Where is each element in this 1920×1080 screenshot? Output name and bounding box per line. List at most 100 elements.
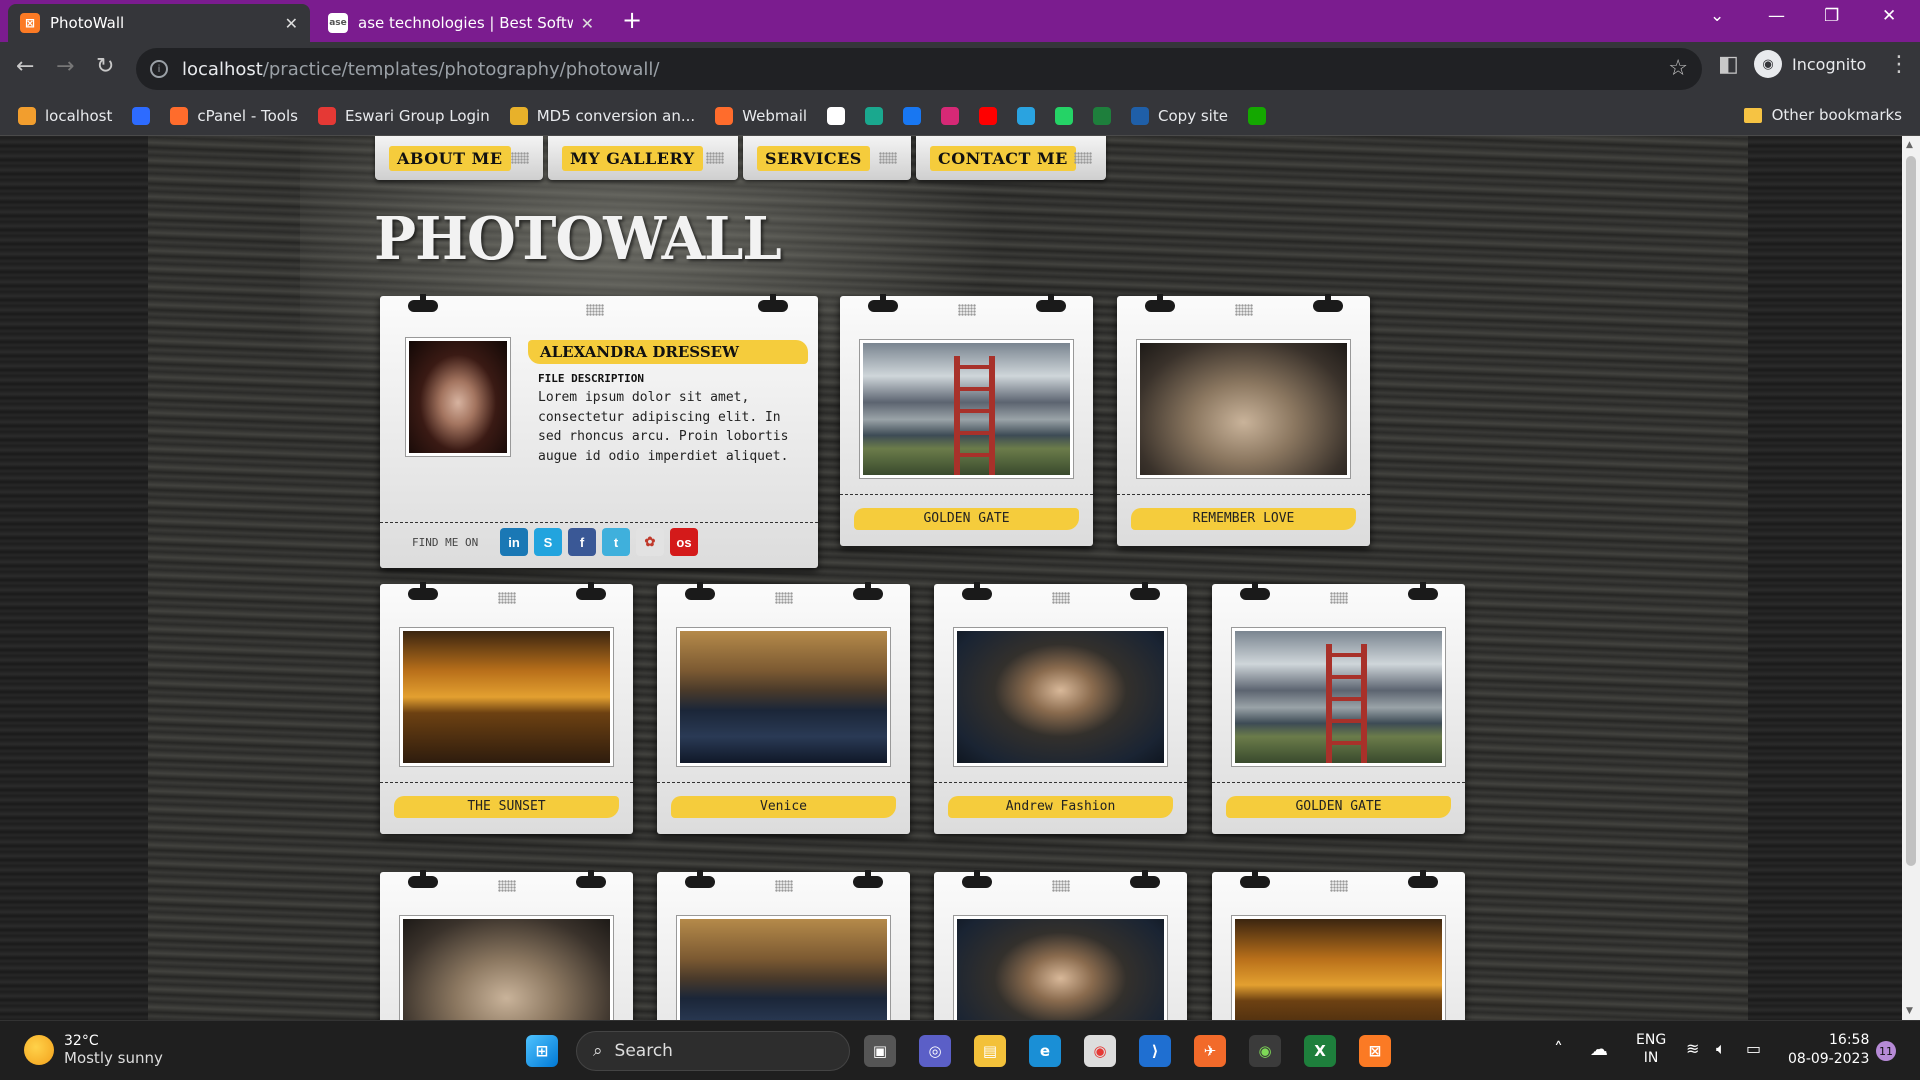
- scrollbar-thumb[interactable]: [1906, 156, 1916, 866]
- gallery-card[interactable]: Andrew Fashion: [934, 582, 1187, 834]
- onedrive-icon[interactable]: ☁: [1590, 1039, 1608, 1060]
- bookmark-star-icon[interactable]: ☆: [1668, 56, 1688, 81]
- gallery-photo[interactable]: [400, 628, 613, 766]
- close-window-button[interactable]: ✕: [1882, 6, 1896, 26]
- close-tab-icon[interactable]: ✕: [285, 14, 298, 33]
- bookmark-item[interactable]: Webmail: [715, 106, 807, 125]
- task-view-icon[interactable]: ▣: [864, 1035, 896, 1067]
- nav-my-gallery[interactable]: MY GALLERY: [548, 136, 738, 180]
- close-tab-icon[interactable]: ✕: [581, 14, 594, 33]
- bookmark-item[interactable]: [979, 106, 998, 125]
- postman-icon[interactable]: ✈: [1194, 1035, 1226, 1067]
- side-panel-icon[interactable]: ◧: [1718, 52, 1739, 77]
- restore-button[interactable]: ❐: [1824, 6, 1839, 26]
- photo-caption: GOLDEN GATE: [1226, 796, 1451, 818]
- bookmark-item[interactable]: [132, 106, 151, 125]
- bookmark-item[interactable]: Eswari Group Login: [317, 106, 490, 125]
- gallery-photo[interactable]: [1232, 916, 1445, 1020]
- nav-about-me[interactable]: ABOUT ME: [375, 136, 543, 180]
- skype-icon[interactable]: S: [534, 528, 562, 556]
- tab-ase-technologies[interactable]: ase ase technologies | Best Software ✕: [316, 4, 606, 42]
- gallery-photo[interactable]: [400, 916, 613, 1020]
- bookmark-item[interactable]: [1247, 106, 1266, 125]
- photo-caption: Venice: [671, 796, 896, 818]
- twitter-icon[interactable]: t: [602, 528, 630, 556]
- incognito-profile[interactable]: ◉ Incognito: [1754, 50, 1866, 78]
- bookmark-item[interactable]: [827, 106, 846, 125]
- picasa-icon[interactable]: ✿: [636, 528, 664, 556]
- divider: [1117, 494, 1370, 495]
- gallery-photo[interactable]: [677, 916, 890, 1020]
- facebook-icon[interactable]: f: [568, 528, 596, 556]
- tab-photowall[interactable]: ⊠ PhotoWall ✕: [8, 4, 310, 42]
- info-icon[interactable]: i: [150, 60, 168, 78]
- grip-icon: [1330, 880, 1348, 892]
- bookmark-item[interactable]: [903, 106, 922, 125]
- pin-icon: [1408, 582, 1438, 600]
- gallery-card[interactable]: [380, 870, 633, 1020]
- reload-button[interactable]: ↻: [96, 54, 114, 79]
- file-explorer-icon[interactable]: ▤: [974, 1035, 1006, 1067]
- upwork-icon: [1247, 106, 1266, 125]
- tab-search-icon[interactable]: ⌄: [1710, 6, 1724, 26]
- teams-chat-icon[interactable]: ◎: [919, 1035, 951, 1067]
- start-icon[interactable]: ⊞: [526, 1035, 558, 1067]
- grip-icon: [879, 152, 897, 164]
- gallery-photo[interactable]: [1232, 628, 1445, 766]
- gallery-card[interactable]: [934, 870, 1187, 1020]
- chrome-icon[interactable]: ◉: [1084, 1035, 1116, 1067]
- forward-button[interactable]: →: [56, 54, 74, 79]
- lastfm-icon[interactable]: os: [670, 528, 698, 556]
- gallery-card[interactable]: GOLDEN GATE: [840, 294, 1093, 546]
- back-button[interactable]: ←: [16, 54, 34, 79]
- gallery-card[interactable]: THE SUNSET: [380, 582, 633, 834]
- language-indicator[interactable]: ENG IN: [1636, 1031, 1666, 1067]
- bookmark-item[interactable]: Copy site: [1131, 106, 1228, 125]
- battery-icon[interactable]: ▭: [1746, 1039, 1761, 1058]
- edge-icon[interactable]: e: [1029, 1035, 1061, 1067]
- excel-icon[interactable]: X: [1304, 1035, 1336, 1067]
- gallery-card[interactable]: REMEMBER LOVE: [1117, 294, 1370, 546]
- scroll-up-icon[interactable]: ▲: [1906, 140, 1913, 150]
- bookmark-item[interactable]: [1055, 106, 1074, 125]
- chrome-incognito-icon[interactable]: ◉: [1249, 1035, 1281, 1067]
- bookmark-item[interactable]: [1093, 106, 1112, 125]
- page-scrollbar[interactable]: ▲ ▼: [1902, 136, 1920, 1020]
- linkedin-icon[interactable]: in: [500, 528, 528, 556]
- gallery-card[interactable]: GOLDEN GATE: [1212, 582, 1465, 834]
- other-bookmarks[interactable]: Other bookmarks: [1743, 106, 1902, 124]
- new-tab-button[interactable]: +: [622, 6, 642, 34]
- bookmark-item[interactable]: MD5 conversion an...: [509, 106, 695, 125]
- pin-icon: [1240, 582, 1270, 600]
- bookmark-item[interactable]: cPanel - Tools: [170, 106, 298, 125]
- clock[interactable]: 16:58 08-09-2023: [1788, 1031, 1869, 1069]
- tray-overflow-icon[interactable]: ˄: [1554, 1039, 1563, 1060]
- xampp-icon[interactable]: ⊠: [1359, 1035, 1391, 1067]
- gallery-photo[interactable]: [954, 628, 1167, 766]
- f-bookmark-icon: [132, 106, 151, 125]
- gallery-photo[interactable]: [954, 916, 1167, 1020]
- gallery-photo[interactable]: [860, 340, 1073, 478]
- address-bar[interactable]: i localhost/practice/templates/photograp…: [136, 48, 1702, 90]
- notification-badge[interactable]: 11: [1876, 1041, 1896, 1061]
- bookmark-item[interactable]: [1017, 106, 1036, 125]
- wifi-icon[interactable]: ≋: [1686, 1039, 1699, 1058]
- bookmark-item[interactable]: [865, 106, 884, 125]
- gallery-card[interactable]: [657, 870, 910, 1020]
- menu-icon[interactable]: ⋮: [1888, 52, 1910, 77]
- site-logo[interactable]: PHOTOWALL: [374, 204, 782, 273]
- bookmark-item[interactable]: [941, 106, 960, 125]
- weather-widget[interactable]: 32°C Mostly sunny: [24, 1033, 163, 1067]
- bookmark-item[interactable]: localhost: [18, 106, 112, 125]
- vscode-icon[interactable]: ⟩: [1139, 1035, 1171, 1067]
- gallery-card[interactable]: Venice: [657, 582, 910, 834]
- scroll-down-icon[interactable]: ▼: [1906, 1006, 1913, 1016]
- taskbar-search[interactable]: ⌕ Search: [576, 1031, 850, 1071]
- nav-services[interactable]: SERVICES: [743, 136, 911, 180]
- gallery-card[interactable]: [1212, 870, 1465, 1020]
- gallery-photo[interactable]: [677, 628, 890, 766]
- volume-icon[interactable]: 🔈︎: [1716, 1039, 1726, 1059]
- minimize-button[interactable]: —: [1768, 6, 1785, 26]
- gallery-photo[interactable]: [1137, 340, 1350, 478]
- nav-contact-me[interactable]: CONTACT ME: [916, 136, 1106, 180]
